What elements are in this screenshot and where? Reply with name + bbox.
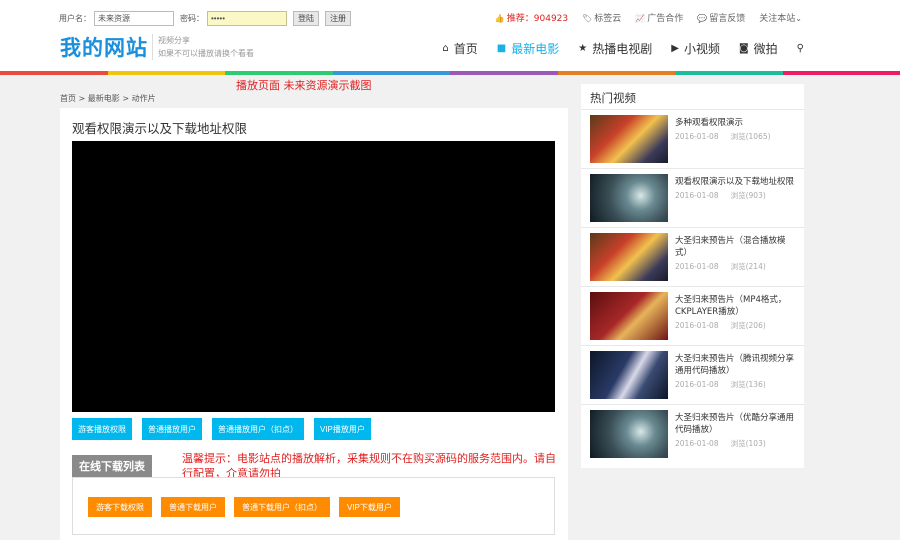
promo-text: 播放页面 未来资源演示截图 [236,79,372,92]
video-camera-icon: ■ [496,43,507,54]
search-icon: ⚲ [796,43,804,54]
vip-play-button[interactable]: VIP播放用户 [314,418,371,440]
hot-videos-sidebar: 热门视频 多种观看权限演示 2016-01-08 浏览(1065) 观看权限演示以… [581,84,804,468]
video-title[interactable]: 大圣归来预告片（MP4格式，CKPLAYER播放） [675,294,795,318]
vip-download-button[interactable]: VIP下载用户 [339,497,400,517]
sidebar-title: 热门视频 [581,84,804,110]
video-date: 2016-01-08 [675,321,719,330]
site-logo[interactable]: 我的网站 [60,32,148,62]
recommend-link[interactable]: 👍 推荐：904923 [495,11,568,24]
video-title[interactable]: 多种观看权限演示 [675,117,795,129]
video-thumbnail[interactable] [590,174,668,222]
video-thumbnail[interactable] [590,115,668,163]
top-links: 👍 推荐：904923 🏷 标签云 📈 广告合作 💬 留言反馈 关注本站 ⌄ [495,11,804,24]
list-item[interactable]: 大圣归来预告片（混合播放模式） 2016-01-08 浏览(214) [581,228,804,287]
tag-icon: 🏷 [582,14,593,23]
video-thumbnail[interactable] [590,292,668,340]
video-date: 2016-01-08 [675,380,719,389]
video-thumbnail[interactable] [590,351,668,399]
video-title[interactable]: 大圣归来预告片（混合播放模式） [675,235,795,259]
video-date: 2016-01-08 [675,439,719,448]
ads-link[interactable]: 📈 广告合作 [635,11,683,24]
star-icon: ★ [578,43,588,54]
normal-play-button[interactable]: 普通播放用户 [142,418,202,440]
normal-download-button[interactable]: 普通下载用户 [161,497,225,517]
video-date: 2016-01-08 [675,191,719,200]
list-item[interactable]: 多种观看权限演示 2016-01-08 浏览(1065) [581,110,804,169]
video-views: 浏览(214) [730,262,766,271]
video-title[interactable]: 大圣归来预告片（优酷分享通用代码播放） [675,412,795,436]
download-box: 游客下载权限 普通下载用户 普通下载用户（扣点） VIP下载用户 [72,477,555,535]
chevron-down-icon: ⌄ [795,14,802,23]
top-header: 用户名： 密码： 登陆 注册 👍推荐：904923 🏷标签云 📈广告合作 💬留言… [0,0,900,72]
thumbs-up-icon: 👍 [494,14,505,23]
video-views: 浏览(206) [730,321,766,330]
color-stripe [0,71,900,75]
feedback-link[interactable]: 💬 留言反馈 [697,11,745,24]
video-date: 2016-01-08 [675,262,719,271]
about-link[interactable]: 关注本站 ⌄ [759,11,804,24]
nav-micro-shoot[interactable]: ◙ 微拍 [739,40,778,57]
download-list-tab[interactable]: 在线下载列表 [72,455,152,477]
camera-icon: ◙ [738,43,749,54]
video-views: 浏览(903) [730,191,766,200]
nav-short-video[interactable]: ▶ 小视频 [671,40,720,57]
video-views: 浏览(1065) [730,132,771,141]
video-views: 浏览(136) [730,380,766,389]
normal-download-points-button[interactable]: 普通下载用户（扣点） [234,497,330,517]
normal-play-points-button[interactable]: 普通播放用户（扣点） [212,418,304,440]
video-views: 浏览(103) [730,439,766,448]
comment-icon: 💬 [697,14,708,23]
guest-download-button[interactable]: 游客下载权限 [88,497,152,517]
download-buttons: 游客下载权限 普通下载用户 普通下载用户（扣点） VIP下载用户 [88,497,400,517]
play-square-icon: ▶ [671,43,679,54]
home-icon: ⌂ [442,43,449,54]
username-label: 用户名： [59,14,91,23]
nav-search[interactable]: ⚲ [797,43,804,54]
breadcrumb[interactable]: 首页 > 最新电影 > 动作片 [60,93,156,104]
tags-link[interactable]: 🏷 标签云 [582,11,621,24]
list-item[interactable]: 观看权限演示以及下载地址权限 2016-01-08 浏览(903) [581,169,804,228]
main-content: 观看权限演示以及下载地址权限 游客播放权限 普通播放用户 普通播放用户（扣点） … [60,108,568,540]
list-item[interactable]: 大圣归来预告片（腾讯视频分享通用代码播放） 2016-01-08 浏览(136) [581,346,804,405]
nav-hot-tv[interactable]: ★ 热播电视剧 [578,40,652,57]
video-date: 2016-01-08 [675,132,719,141]
site-slogan: 视频分享 如果不可以播放请换个看看 [152,34,254,60]
password-input[interactable] [207,11,287,26]
video-thumbnail[interactable] [590,233,668,281]
video-title[interactable]: 观看权限演示以及下载地址权限 [675,176,795,188]
play-permission-buttons: 游客播放权限 普通播放用户 普通播放用户（扣点） VIP播放用户 [72,418,371,440]
video-thumbnail[interactable] [590,410,668,458]
list-item[interactable]: 大圣归来预告片（MP4格式，CKPLAYER播放） 2016-01-08 浏览(2… [581,287,804,346]
page-title: 观看权限演示以及下载地址权限 [72,121,248,136]
register-button[interactable]: 注册 [325,11,351,26]
main-nav: ⌂ 首页 ■ 最新电影 ★ 热播电视剧 ▶ 小视频 ◙ 微拍 ⚲ [442,40,804,57]
chart-icon: 📈 [635,14,646,23]
video-player[interactable] [72,141,555,412]
login-form: 用户名： 密码： 登陆 注册 [59,11,351,26]
username-input[interactable] [94,11,174,26]
nav-latest-movies[interactable]: ■ 最新电影 [497,40,559,57]
guest-play-button[interactable]: 游客播放权限 [72,418,132,440]
nav-home[interactable]: ⌂ 首页 [442,40,477,57]
video-title[interactable]: 大圣归来预告片（腾讯视频分享通用代码播放） [675,353,795,377]
list-item[interactable]: 大圣归来预告片（优酷分享通用代码播放） 2016-01-08 浏览(103) [581,405,804,464]
login-button[interactable]: 登陆 [293,11,319,26]
password-label: 密码： [180,14,204,23]
